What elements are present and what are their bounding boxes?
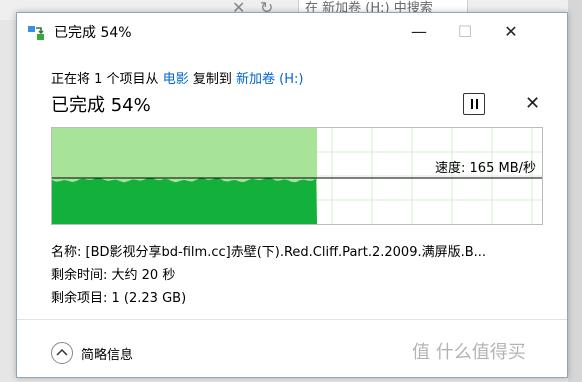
close-window-button[interactable]: ✕ (488, 19, 534, 45)
destination-drive-link[interactable]: 新加卷 (H:) (236, 72, 303, 87)
maximize-button: ☐ (457, 22, 473, 41)
pause-button[interactable] (463, 93, 485, 115)
source-folder-link[interactable]: 电影 (163, 72, 189, 87)
name-row: 名称: [BD影视分享bd-film.cc]赤壁(下).Red.Cliff.Pa… (51, 241, 486, 264)
collapse-details-button[interactable] (51, 342, 73, 364)
watermark: 值 什么值得买 (412, 338, 526, 364)
transfer-details: 名称: [BD影视分享bd-film.cc]赤壁(下).Red.Cliff.Pa… (51, 241, 486, 310)
copy-description: 正在将 1 个项目从 电影 复制到 新加卷 (H:) (51, 68, 303, 87)
fewer-details-label[interactable]: 简略信息 (81, 344, 133, 363)
window-title: 已完成 54% (54, 25, 132, 41)
background-window-edge (568, 0, 582, 382)
name-label: 名称: (51, 245, 82, 260)
time-label: 剩余时间: (51, 268, 108, 283)
chevron-up-icon (56, 348, 68, 356)
items-label: 剩余项目: (51, 291, 108, 306)
watermark-text: 值 什么值得买 (412, 342, 526, 363)
time-row: 剩余时间: 大约 20 秒 (51, 264, 486, 287)
speed-history-area (52, 177, 317, 224)
time-value: 大约 20 秒 (111, 268, 176, 283)
copy-arrows-icon (28, 26, 44, 40)
items-row: 剩余项目: 1 (2.23 GB) (51, 287, 486, 310)
title-bar: 已完成 54% — ☐ ✕ (17, 13, 567, 51)
copy-middle: 复制到 (192, 72, 232, 87)
pause-icon-bar (475, 99, 478, 109)
copy-prefix: 正在将 1 个项目从 (51, 72, 159, 87)
pause-icon (470, 99, 473, 109)
name-value: [BD影视分享bd-film.cc]赤壁(下).Red.Cliff.Part.2… (85, 245, 487, 260)
copy-progress-dialog: 已完成 54% — ☐ ✕ 正在将 1 个项目从 电影 复制到 新加卷 (H:)… (16, 12, 568, 378)
items-value: 1 (2.23 GB) (111, 291, 187, 306)
speed-label: 速度: 165 MB/秒 (435, 161, 536, 176)
minimize-button[interactable]: — (396, 19, 442, 45)
progress-status: 已完成 54% (51, 95, 151, 116)
transfer-speed-graph: 速度: 165 MB/秒 (51, 127, 543, 225)
cancel-button[interactable]: ✕ (525, 93, 540, 114)
speed-graph-svg (52, 128, 542, 224)
